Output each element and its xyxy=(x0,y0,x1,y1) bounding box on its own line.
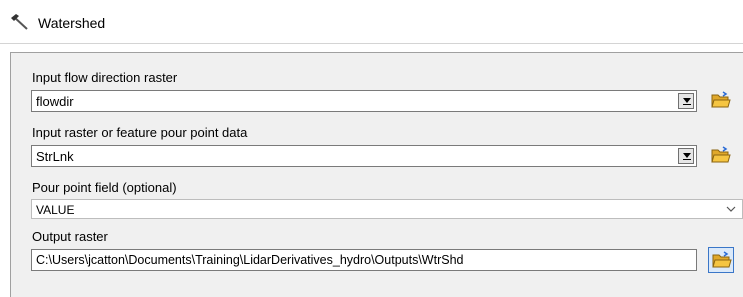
flow-direction-label: Input flow direction raster xyxy=(32,70,178,85)
window-title: Watershed xyxy=(38,15,106,31)
dropdown-arrow-icon[interactable] xyxy=(678,148,694,164)
pour-point-data-dropdown[interactable]: StrLnk xyxy=(31,145,697,167)
pour-point-data-label: Input raster or feature pour point data xyxy=(32,125,248,140)
output-raster-label: Output raster xyxy=(32,229,108,244)
open-folder-icon xyxy=(711,146,731,163)
pour-point-data-value: StrLnk xyxy=(36,149,74,164)
browse-flow-direction-button[interactable] xyxy=(708,88,734,114)
flow-direction-dropdown[interactable]: flowdir xyxy=(31,90,697,112)
pour-point-field-label: Pour point field (optional) xyxy=(32,180,177,195)
title-bar: Watershed xyxy=(0,0,743,44)
hammer-icon xyxy=(10,13,30,31)
output-raster-field[interactable]: C:\Users\jcatton\Documents\Training\Lida… xyxy=(31,249,697,271)
open-folder-icon xyxy=(711,91,731,108)
flow-direction-value: flowdir xyxy=(36,94,74,109)
pour-point-field-dropdown[interactable]: VALUE xyxy=(31,199,743,219)
dropdown-arrow-icon[interactable] xyxy=(678,93,694,109)
browse-output-raster-button[interactable] xyxy=(708,247,734,273)
open-folder-icon xyxy=(712,251,732,268)
tool-parameters-panel: Input flow direction raster flowdir Inpu… xyxy=(10,52,743,297)
chevron-down-icon[interactable] xyxy=(726,204,736,214)
output-raster-value: C:\Users\jcatton\Documents\Training\Lida… xyxy=(36,253,464,267)
browse-pour-point-data-button[interactable] xyxy=(708,143,734,169)
pour-point-field-value: VALUE xyxy=(36,203,75,217)
